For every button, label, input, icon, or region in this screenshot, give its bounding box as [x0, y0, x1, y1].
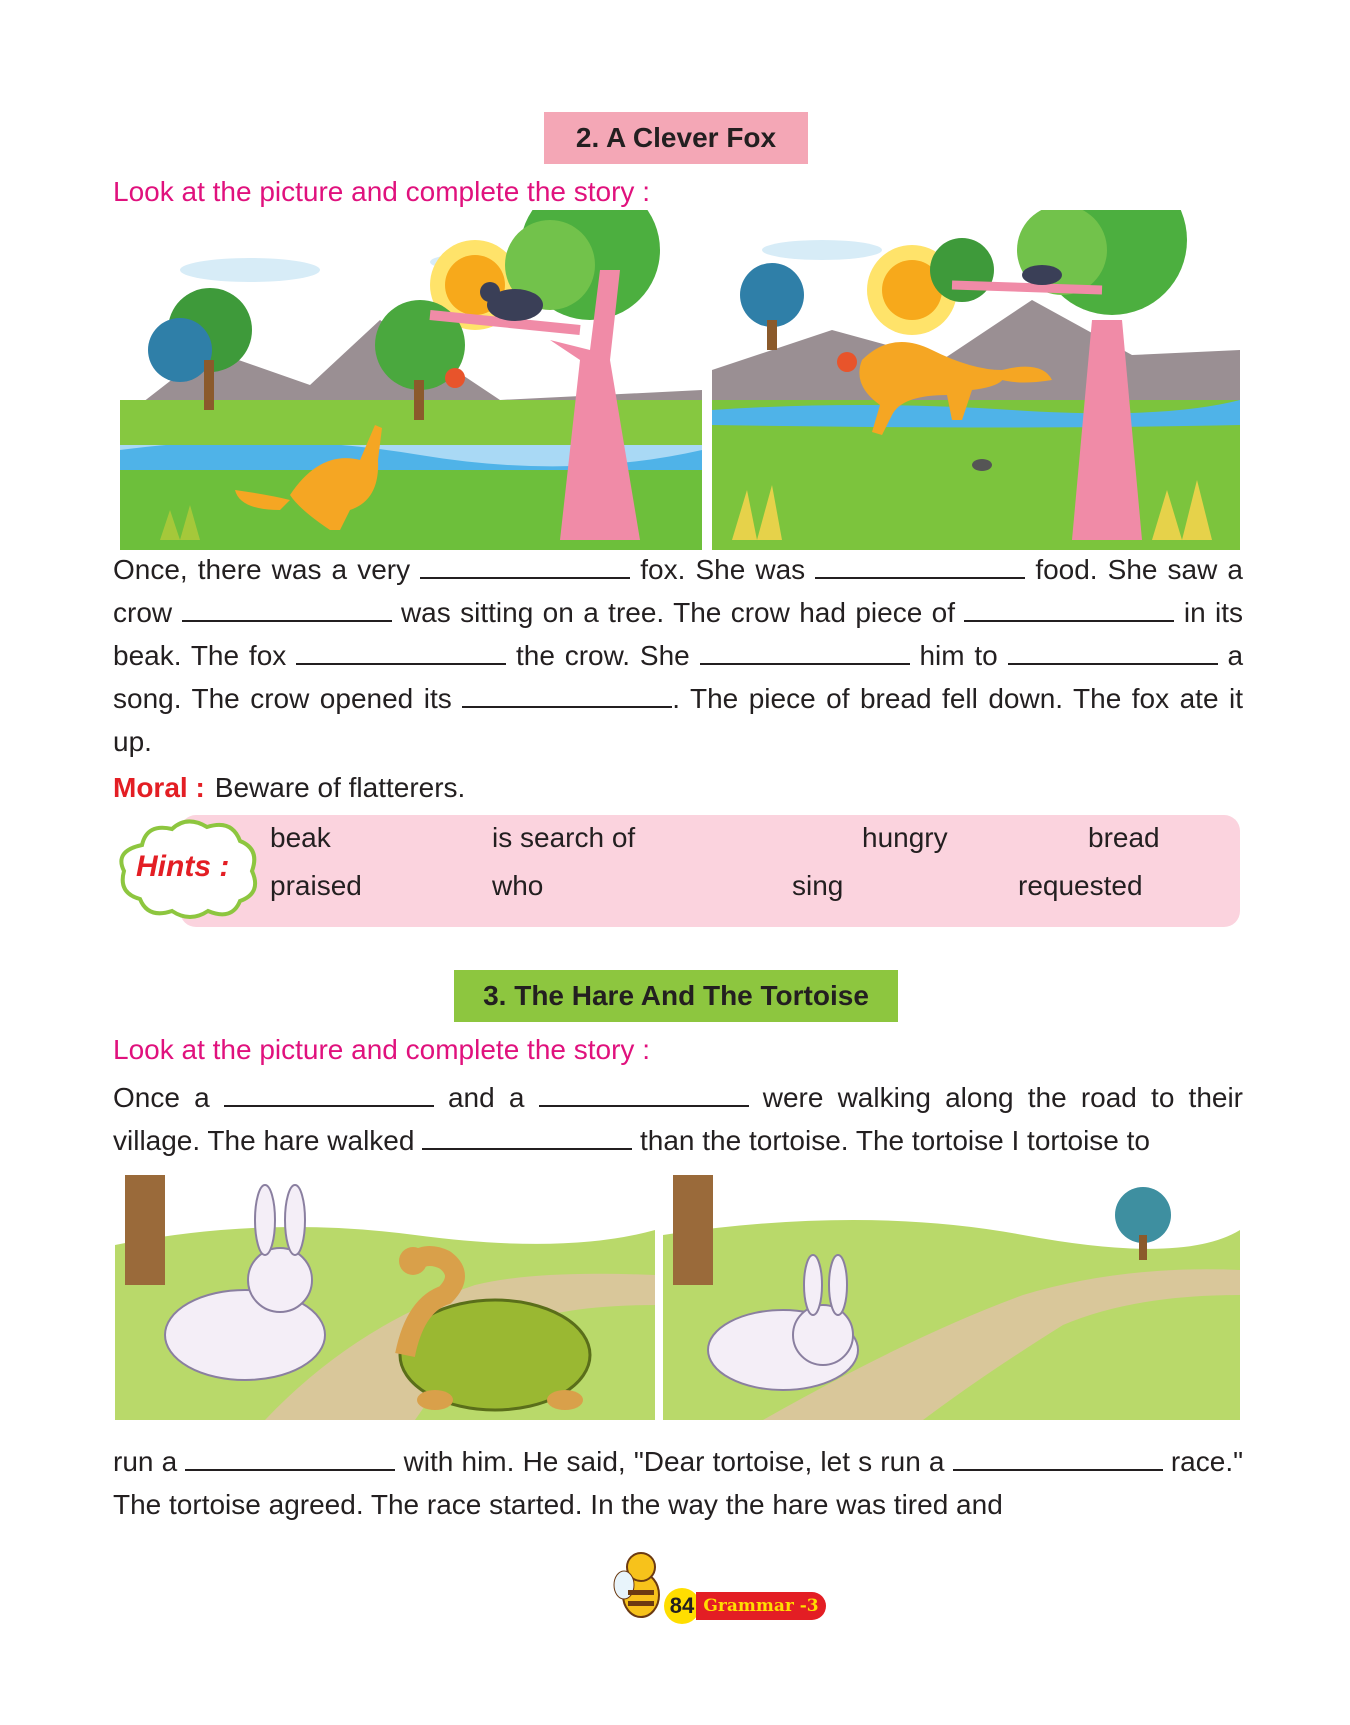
story-text: than the tortoise. The tortoise I tortoi…: [640, 1125, 1150, 1156]
moral-label: Moral :: [113, 772, 205, 803]
story-text: him to: [919, 640, 998, 671]
story-blank-10[interactable]: [538, 1083, 749, 1107]
book-label: Grammar -3: [696, 1592, 826, 1620]
hint-word: beak: [270, 822, 331, 853]
hints-label: Hints :: [136, 850, 230, 883]
hint-word: sing: [792, 870, 844, 901]
hint-word: praised: [270, 870, 362, 901]
story-blank-9[interactable]: [223, 1083, 434, 1107]
story-blank-4[interactable]: [964, 598, 1175, 622]
story-blank-6[interactable]: [699, 641, 910, 665]
story-text: the crow. She: [515, 640, 690, 671]
story-text: Once, there was a very: [113, 554, 411, 585]
moral-text: Beware of flatterers.: [214, 772, 466, 803]
story-text: run a: [113, 1446, 178, 1477]
story-blank-13[interactable]: [952, 1447, 1163, 1471]
story-text: with him. He said, "Dear tortoise, let s…: [403, 1446, 945, 1477]
fox-instruction: Look at the picture and complete the sto…: [113, 176, 650, 207]
story-text: was sitting on a tree. The crow had piec…: [400, 597, 956, 628]
story-blank-3[interactable]: [181, 598, 392, 622]
page-number: 84: [664, 1588, 700, 1624]
hare-panel-1: [115, 1175, 655, 1420]
hint-word: is search of: [492, 822, 636, 853]
moral-line: Moral : Beware of flatterers.: [113, 772, 465, 804]
story-text: Once a: [113, 1082, 210, 1113]
hint-word: hungry: [862, 822, 948, 853]
story-blank-7[interactable]: [1007, 641, 1218, 665]
hare-instruction: Look at the picture and complete the sto…: [113, 1034, 650, 1065]
fox-story-paragraph: Once, there was a very fox. She was food…: [113, 548, 1243, 763]
story-text: fox. She was: [640, 554, 806, 585]
story-blank-1[interactable]: [420, 555, 631, 579]
story-blank-5[interactable]: [296, 641, 507, 665]
story-blank-11[interactable]: [422, 1126, 633, 1150]
hint-word: bread: [1088, 822, 1160, 853]
fox-panel-1: [120, 210, 702, 550]
hare-story-bottom: run a with him. He said, "Dear tortoise,…: [113, 1440, 1243, 1526]
hint-word: who: [492, 870, 544, 901]
hint-word: requested: [1018, 870, 1143, 901]
story-blank-12[interactable]: [185, 1447, 396, 1471]
hare-tortoise-illustration: [115, 1175, 1240, 1420]
hare-story-top: Once a and a were walking along the road…: [113, 1076, 1243, 1162]
section-title-clever-fox: 2. A Clever Fox: [544, 112, 808, 164]
fox-panel-2: [712, 210, 1240, 550]
hare-panel-2: [663, 1175, 1240, 1420]
fox-crow-illustration: [120, 210, 1240, 550]
story-blank-2[interactable]: [815, 555, 1026, 579]
story-text: and a: [447, 1082, 525, 1113]
section-title-hare-tortoise: 3. The Hare And The Tortoise: [454, 970, 898, 1022]
story-blank-8[interactable]: [462, 684, 673, 708]
